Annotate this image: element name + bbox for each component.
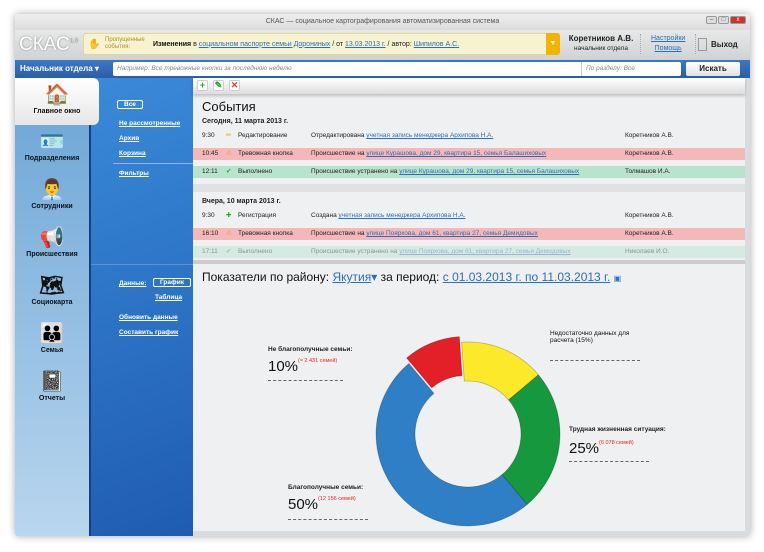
slice-count: (12 156 семей) xyxy=(318,496,356,502)
close-button[interactable]: x xyxy=(730,16,746,24)
sidebar-item-label: Социокарта xyxy=(31,299,73,306)
slice-percent: 10%(≈ 2 431 семей) xyxy=(268,358,338,375)
search-bar: Начальник отдела ▾ Например: Все тревожн… xyxy=(15,60,750,78)
home-icon: 🏠 xyxy=(44,84,70,106)
leader-line xyxy=(569,461,649,462)
sidebar-item-3[interactable]: 📢 Происшествия xyxy=(15,221,89,269)
slice-label: Не благополучные семьи: xyxy=(268,346,353,353)
build-chart-link[interactable]: Составить график xyxy=(119,329,178,336)
chevron-down-icon[interactable]: ▼ xyxy=(546,33,560,55)
slice-count: (6 078 семей) xyxy=(599,440,634,446)
sidebar-item-4[interactable]: 🗺 Социокарта xyxy=(15,269,89,317)
sidebar: 🏠 Главное окно 🪪 Подразделения 👨‍💼 Сотрудники… xyxy=(15,78,99,536)
employee-icon: 👨‍💼 xyxy=(39,179,65,201)
slice-label: Трудная жизненная ситуация: xyxy=(569,426,666,433)
data-label: Данные: xyxy=(119,280,147,287)
sidebar-item-label: Происшествия xyxy=(26,251,78,258)
sidebar-item-0[interactable]: 🏠 Главное окно xyxy=(15,78,99,125)
exit-button[interactable]: Выход xyxy=(698,38,738,51)
logo: СКАС1.0 xyxy=(19,34,79,55)
sidebar-item-2[interactable]: 👨‍💼 Сотрудники xyxy=(15,173,89,221)
role-dropdown[interactable]: Начальник отдела ▾ xyxy=(20,64,99,73)
search-input[interactable]: Например: Все тревожные кнопки за послед… xyxy=(113,62,681,76)
missed-events-bar[interactable]: ✋ Пропущенные события: Изменения в социа… xyxy=(83,33,560,55)
sidebar-item-5[interactable]: 👪 Семья xyxy=(15,317,89,365)
map-icon: 🗺 xyxy=(39,275,65,297)
slice-label: Недостаточно данных для расчета (15%) xyxy=(550,330,630,344)
minimize-button[interactable]: – xyxy=(706,16,717,24)
slice-percent: 25%(6 078 семей) xyxy=(569,440,634,457)
sidebar-item-1[interactable]: 🪪 Подразделения xyxy=(15,125,89,173)
user-info: Коретников А.В. начальник отдела xyxy=(568,34,634,52)
exit-icon xyxy=(698,38,707,51)
sub-navigation: Все Не рассмотренные Архив Корзина Фильт… xyxy=(89,78,195,536)
maximize-button[interactable]: □ xyxy=(718,16,729,24)
leader-line xyxy=(550,360,640,361)
family-icon: 👪 xyxy=(39,323,65,345)
filter-all[interactable]: Все xyxy=(117,100,143,109)
view-table-tab[interactable]: Таблица xyxy=(155,294,182,301)
sidebar-item-label: Главное окно xyxy=(33,108,81,115)
main-content: + ✎ ✕ События Сегодня, 11 марта 2013 г. 9:3… xyxy=(193,78,745,531)
leader-line xyxy=(268,380,343,381)
app-window: СКАС — социальное картографирования авто… xyxy=(15,14,750,536)
sidebar-item-label: Отчеты xyxy=(38,395,66,402)
filter-unreviewed[interactable]: Не рассмотренные xyxy=(119,120,180,127)
slice-count: (≈ 2 431 семей) xyxy=(298,358,338,364)
notebook-icon: 📓 xyxy=(39,371,65,393)
filter-trash[interactable]: Корзина xyxy=(119,150,146,157)
slice-label: Благополучные семьи: xyxy=(288,484,364,491)
help-link[interactable]: Помощь xyxy=(651,44,685,54)
sidebar-item-label: Сотрудники xyxy=(31,203,73,210)
id-card-icon: 🪪 xyxy=(39,131,65,153)
leader-line xyxy=(288,519,368,520)
search-button[interactable]: Искать xyxy=(686,62,740,76)
filters-link[interactable]: Фильтры xyxy=(119,170,149,177)
megaphone-icon: 📢 xyxy=(39,227,65,249)
missed-label: Пропущенные события: xyxy=(105,37,145,50)
section-filter[interactable]: По разделу: Все xyxy=(581,62,681,76)
view-chart-tab[interactable]: График xyxy=(153,278,191,287)
settings-link[interactable]: Настройки xyxy=(651,34,685,44)
notice-link[interactable]: социальном паспорте семьи Дорониных xyxy=(199,41,330,48)
slice-percent: 50%(12 156 семей) xyxy=(288,496,356,513)
sidebar-item-6[interactable]: 📓 Отчеты xyxy=(15,365,89,413)
header: СКАС1.0 ✋ Пропущенные события: Изменения… xyxy=(15,30,750,60)
refresh-data-link[interactable]: Обновить данные xyxy=(119,314,178,321)
title-bar: СКАС — социальное картографирования авто… xyxy=(15,14,750,30)
notice-author-link[interactable]: Шипилов А.С. xyxy=(414,41,459,48)
filter-archive[interactable]: Архив xyxy=(119,135,139,142)
window-title: СКАС — социальное картографирования авто… xyxy=(265,18,500,25)
bell-icon: ✋ xyxy=(88,38,101,50)
donut-chart xyxy=(375,336,561,527)
notice-date-link[interactable]: 13.03.2013 г. xyxy=(345,41,386,48)
notice-message: Изменения в социальном паспорте семьи До… xyxy=(153,40,460,48)
sidebar-item-label: Семья xyxy=(40,347,64,354)
sidebar-item-label: Подразделения xyxy=(24,155,80,162)
